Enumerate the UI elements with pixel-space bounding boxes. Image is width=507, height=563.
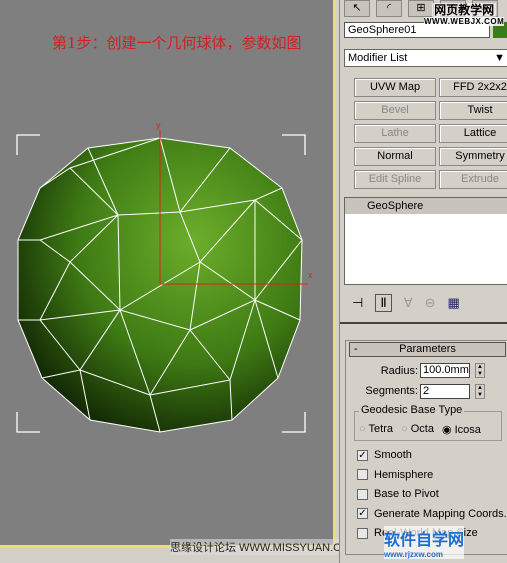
top-watermark-url: WWW.WEBJX.COM [424, 17, 505, 26]
modifier-button-symmetry[interactable]: Symmetry [439, 147, 507, 166]
modifier-button-lattice[interactable]: Lattice [439, 124, 507, 143]
remove-modifier-icon[interactable]: ⊖ [425, 295, 436, 311]
checkbox-base-to-pivot[interactable]: Base to Pivot [357, 488, 439, 500]
step-caption: 第1步：创建一个几何球体，参数如图 [52, 34, 302, 52]
radius-field[interactable]: 100.0mm [420, 363, 470, 378]
checkbox-box[interactable] [357, 527, 368, 539]
checkbox-hemisphere[interactable]: Hemisphere [357, 469, 433, 481]
checkbox-label: Smooth [374, 449, 412, 461]
checkbox-box[interactable] [357, 469, 368, 480]
command-panel: ↖ ◜ ⊞ ◎ ▲ GeoSphere01 网页教学网WWW.WEBJX.COM… [339, 0, 507, 563]
checkbox-label: Generate Mapping Coords. [374, 507, 507, 520]
radio-tetra[interactable]: ○ Tetra [359, 423, 393, 436]
checkbox-box[interactable]: ✓ [357, 508, 368, 519]
modifier-stack[interactable]: GeoSphere [344, 197, 507, 285]
stack-toolbar: ⊣ Ⅱ ∀ ⊖ ▦ [344, 292, 507, 314]
radio-icosa[interactable]: ◉ Icosa [442, 423, 481, 436]
footer-watermark: 思缘设计论坛 WWW.MISSYUAN.COM [170, 539, 359, 555]
modifier-button-uvw-map[interactable]: UVW Map [354, 78, 436, 97]
modify-tab-icon[interactable]: ◜ [376, 0, 402, 17]
checkbox-label: Hemisphere [374, 468, 434, 481]
modifier-button-ffd-2x2x2[interactable]: FFD 2x2x2 [439, 78, 507, 97]
dropdown-arrow-icon: ▼ [494, 52, 505, 64]
segments-label: Segments: [365, 385, 418, 397]
checkbox-box[interactable]: ✓ [357, 449, 368, 461]
configure-sets-icon[interactable]: ▦ [448, 295, 460, 311]
top-watermark: 网页教学网 WWW.WEBJX.COM [424, 3, 505, 26]
modifier-button-edit-spline[interactable]: Edit Spline [354, 170, 436, 189]
modifier-button-normal[interactable]: Normal [354, 147, 436, 166]
modifier-button-bevel[interactable]: Bevel [354, 101, 436, 120]
segments-spinner[interactable]: ▲ ▼ [475, 384, 485, 399]
bottom-watermark: 软件自学网 www.rjzxw.com [384, 526, 465, 559]
create-tab-icon[interactable]: ↖ [344, 0, 370, 17]
checkbox-smooth[interactable]: ✓ Smooth [357, 449, 412, 461]
parameters-rollout: - Parameters Radius: 100.0mm ▲ ▼ Segments:… [345, 340, 507, 559]
modifier-list-dropdown[interactable]: Modifier List ▼ [344, 49, 507, 67]
make-unique-icon[interactable]: ∀ [404, 295, 413, 311]
modifier-button-extrude[interactable]: Extrude [439, 170, 507, 189]
radius-label: Radius: [380, 365, 418, 377]
parameters-rollout-header[interactable]: - Parameters [349, 342, 506, 357]
pin-stack-icon[interactable]: ⊣ [352, 295, 363, 311]
checkbox-box[interactable] [357, 488, 368, 500]
modifier-button-lathe[interactable]: Lathe [354, 124, 436, 143]
x-axis-label: x [308, 270, 313, 280]
radio-octa[interactable]: ○ Octa [401, 423, 434, 436]
top-watermark-title: 网页教学网 [432, 3, 497, 17]
viewport-scene: y x [16, 120, 313, 433]
y-axis-label: y [156, 120, 161, 130]
show-end-result-icon[interactable]: Ⅱ [375, 294, 392, 312]
stack-item-geosphere[interactable]: GeoSphere [345, 198, 507, 214]
checkbox-generate-mapping-coords-[interactable]: ✓ Generate Mapping Coords. [357, 508, 507, 520]
modifier-button-twist[interactable]: Twist [439, 101, 507, 120]
checkbox-label: Base to Pivot [374, 488, 439, 500]
perspective-viewport[interactable]: y x 第1步：创建一个几何球体，参数如图 [0, 0, 336, 548]
radius-spinner[interactable]: ▲ ▼ [475, 363, 485, 378]
geodesic-base-type-group: Geodesic Base Type ○ Tetra ○ Octa ◉ Icos… [354, 404, 502, 441]
segments-field[interactable]: 2 [420, 384, 470, 399]
